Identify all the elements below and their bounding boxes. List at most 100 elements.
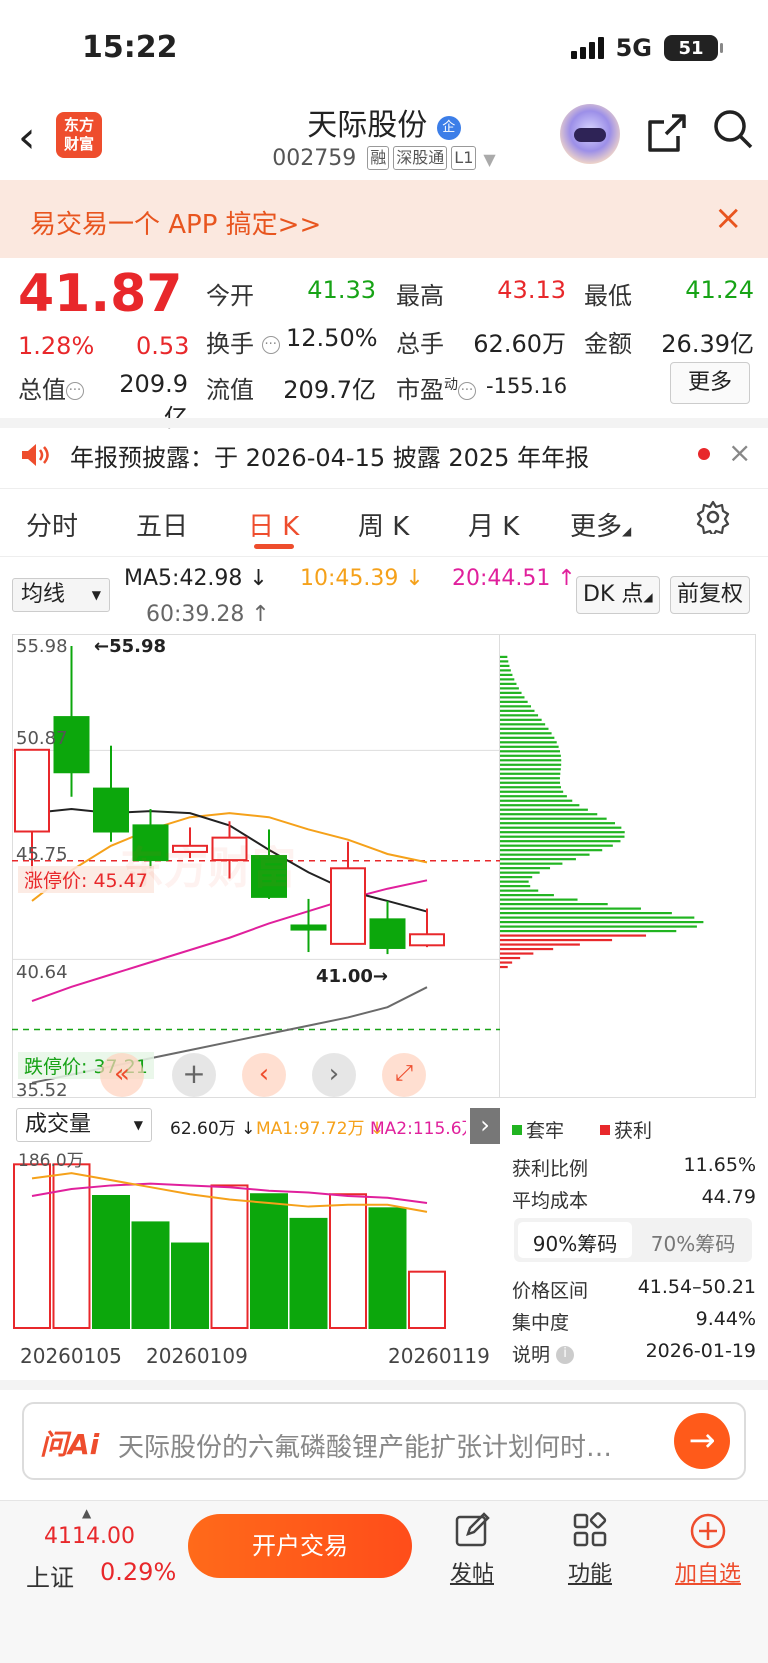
profit-ratio-value: 11.65% (683, 1154, 756, 1176)
chip-bar (500, 678, 515, 681)
chip-bar (500, 938, 613, 942)
chip-bar (500, 867, 551, 870)
info-icon[interactable]: ··· (458, 382, 476, 400)
chip-bar (500, 952, 534, 955)
scroll-right-icon[interactable]: › (312, 1053, 356, 1097)
chip-bar (500, 700, 528, 703)
chip-bar (500, 831, 625, 834)
chip-bar (500, 858, 576, 861)
adjust-button[interactable]: 前复权 (670, 576, 751, 614)
float-value: 209.7亿 (283, 376, 376, 404)
open-account-button[interactable]: 开户交易 (188, 1514, 412, 1578)
candle-body (93, 787, 129, 833)
chip-bar (500, 862, 563, 865)
zoom-in-icon[interactable]: + (172, 1053, 216, 1097)
volume-bar (210, 1184, 249, 1329)
ma-dropdown[interactable]: 均线 ▼ (12, 578, 110, 612)
ma10-value: 10:45.39 ↓ (300, 566, 424, 591)
chip-bar (500, 871, 540, 874)
chip-bar (500, 808, 588, 811)
index-name[interactable]: 上证 (26, 1558, 74, 1593)
ma60-value: 60:39.28 ↑ (146, 602, 270, 627)
volume-dropdown[interactable]: 成交量 ▼ (16, 1108, 152, 1142)
tab-chip-70[interactable]: 70%筹码 (636, 1228, 750, 1257)
more-button[interactable]: 更多 (670, 362, 750, 404)
tab-intraday[interactable]: 分时 (26, 506, 78, 543)
chip-bar (500, 898, 578, 901)
volume-bar (329, 1193, 367, 1329)
chip-bar (500, 822, 616, 825)
arrow-right-icon[interactable]: → (674, 1413, 730, 1469)
close-icon[interactable]: × (714, 198, 743, 238)
index-change[interactable]: 0.29% (100, 1558, 176, 1586)
promo-text[interactable]: 易交易一个 APP 搞定>> (30, 204, 321, 241)
chip-bar (500, 745, 559, 748)
chip-bar (500, 669, 511, 672)
tab-indicator (254, 544, 294, 549)
candlestick (409, 908, 445, 948)
unread-dot (698, 448, 710, 460)
chip-bar (500, 723, 546, 726)
volume-chart[interactable] (12, 1146, 500, 1332)
tag-margin: 融 (367, 146, 390, 170)
candlestick (53, 646, 90, 797)
scroll-left-icon[interactable]: ‹ (242, 1053, 286, 1097)
tab-daily-k[interactable]: 日 K (248, 506, 299, 543)
ask-ai-input[interactable]: 天际股份的六氟磷酸锂产能扩张计划何时… (118, 1427, 612, 1464)
chip-bar (500, 763, 562, 766)
tab-more[interactable]: 更多◢ (570, 506, 631, 543)
chip-bar (500, 799, 573, 802)
index-value[interactable]: 4114.00 (44, 1524, 135, 1549)
notice-text[interactable]: 年报预披露：于 2026-04-15 披露 2025 年年报 (70, 438, 589, 473)
tab-chip-90[interactable]: 90%筹码 (518, 1228, 632, 1257)
chip-bar (500, 804, 580, 807)
share-icon[interactable] (646, 112, 688, 164)
chip-bar (500, 664, 510, 667)
chip-bar (500, 790, 564, 793)
scroll-left-fast-icon[interactable]: « (100, 1053, 144, 1097)
add-watchlist-label: 加自选 (674, 1562, 741, 1587)
chip-bar (500, 903, 608, 906)
chip-bar (500, 732, 552, 735)
mktcap-label-text: 总值 (18, 376, 66, 404)
high-value: 43.13 (497, 276, 566, 304)
chip-bar (500, 840, 621, 843)
chevron-down-icon: ▼ (483, 150, 496, 169)
expand-arrow-icon[interactable]: › (470, 1108, 500, 1144)
add-watchlist-button[interactable]: 加自选 (668, 1512, 748, 1588)
pe-label-text: 市盈 (396, 376, 444, 404)
dk-button[interactable]: DK 点◢ (576, 576, 660, 614)
info-icon[interactable]: ··· (261, 336, 280, 354)
function-button[interactable]: 功能 (550, 1512, 630, 1588)
legend-profit: 获利 (600, 1116, 652, 1143)
post-label: 发帖 (449, 1562, 494, 1587)
stock-name: 天际股份 (307, 108, 428, 143)
candlestick (93, 745, 129, 842)
post-button[interactable]: 发帖 (432, 1512, 512, 1588)
amount-label: 金额 (584, 330, 632, 358)
profit-ratio-label: 获利比例 (512, 1158, 589, 1180)
chip-bar (500, 660, 509, 663)
tab-monthly-k[interactable]: 月 K (468, 506, 519, 543)
turnover-label-text: 换手 (206, 330, 254, 358)
price-tick: 40.64 (16, 962, 68, 983)
status-icons: 5G 51 (570, 34, 723, 62)
volume-max-tick: 186.0万 (18, 1151, 84, 1171)
change-percent: 1.28% (18, 332, 95, 360)
pe-value: -155.16 (486, 374, 568, 398)
fullscreen-icon[interactable]: ⤢ (382, 1053, 426, 1097)
info-icon[interactable]: ··· (66, 382, 84, 400)
search-icon[interactable] (712, 108, 754, 160)
edit-icon (432, 1512, 512, 1556)
tab-weekly-k[interactable]: 周 K (358, 506, 409, 543)
chip-bar (500, 920, 704, 924)
gear-icon[interactable] (696, 500, 730, 543)
tab-five-day[interactable]: 五日 (136, 506, 188, 543)
volume-bar (171, 1242, 209, 1329)
close-icon[interactable]: × (728, 436, 751, 469)
price-tick: 45.75 (16, 844, 68, 865)
ai-avatar[interactable] (560, 104, 620, 164)
tag-level: L1 (451, 146, 477, 170)
chip-bar (500, 844, 613, 847)
info-icon[interactable]: i (556, 1346, 575, 1364)
